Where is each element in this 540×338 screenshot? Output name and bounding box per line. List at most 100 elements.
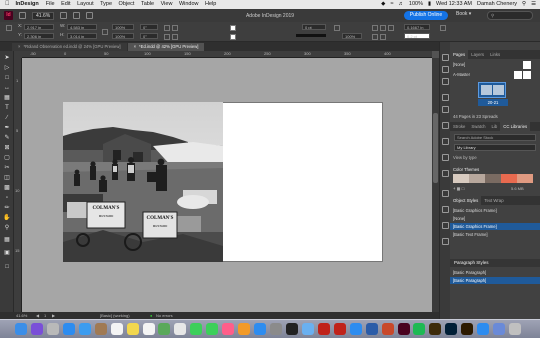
selection-tool-icon[interactable]: ➤ xyxy=(3,54,11,62)
scale-x-field[interactable]: 100% xyxy=(112,24,134,30)
content-collector-icon[interactable]: ▦ xyxy=(3,94,11,102)
maps-icon[interactable] xyxy=(158,323,171,335)
select-content-icon[interactable] xyxy=(172,34,178,40)
tab-pages[interactable]: Pages xyxy=(450,50,469,59)
mail-icon[interactable] xyxy=(78,323,91,335)
acrobat-dc-icon[interactable] xyxy=(333,323,346,335)
menu-window[interactable]: Window xyxy=(179,0,199,9)
calendar-icon[interactable] xyxy=(110,323,123,335)
text-wrap-panel-icon[interactable] xyxy=(442,190,449,197)
vertical-ruler[interactable]: 1 5 10 15 xyxy=(14,58,22,319)
itunes-icon[interactable] xyxy=(222,323,235,335)
stroke-weight-field[interactable]: 0 pt xyxy=(302,24,326,30)
tab-roland-observation[interactable]: × *Roland Observation ed.indd @ 24% [GPU … xyxy=(12,43,127,51)
stock-search-field[interactable]: Search Adobe Stock xyxy=(454,134,536,141)
battery-percent[interactable]: 100% xyxy=(409,0,423,9)
indesign-icon[interactable] xyxy=(397,323,410,335)
launchpad-icon[interactable] xyxy=(46,323,59,335)
apple-icon[interactable]:  xyxy=(5,0,10,9)
paragraph-styles-header[interactable]: Paragraph Styles xyxy=(450,259,540,267)
arrange-documents-icon[interactable] xyxy=(86,12,94,19)
line-tool-icon[interactable]: ∕ xyxy=(3,114,11,122)
swatches-panel-icon[interactable] xyxy=(442,106,449,113)
stroke-panel-icon[interactable] xyxy=(442,94,449,101)
tab-links[interactable]: Links xyxy=(487,50,503,59)
siri-icon[interactable] xyxy=(30,323,43,335)
scale-y-field[interactable]: 100% xyxy=(112,33,134,39)
acrobat-icon[interactable] xyxy=(317,323,330,335)
photos-icon[interactable] xyxy=(174,323,187,335)
view-by-select[interactable]: View by type xyxy=(450,154,540,161)
theme-swatch[interactable] xyxy=(517,174,533,183)
fill-frame-icon[interactable] xyxy=(372,34,378,40)
bridge-launch-icon[interactable] xyxy=(19,12,26,19)
menu-layout[interactable]: Layout xyxy=(77,0,94,9)
master-a-left-thumb[interactable] xyxy=(514,71,522,79)
photoshop-icon[interactable] xyxy=(445,323,458,335)
screen-mode-icon[interactable] xyxy=(73,12,81,19)
tab-ed[interactable]: × *Ed.indd @ 42% [GPU Preview] xyxy=(127,43,205,51)
theme-swatch[interactable] xyxy=(453,174,469,183)
reference-point-icon[interactable] xyxy=(6,25,12,31)
shear-field[interactable]: 0° xyxy=(140,33,158,39)
fill-stroke-icon[interactable]: ▦ xyxy=(3,236,11,244)
select-container-icon[interactable] xyxy=(164,34,170,40)
terminal-icon[interactable] xyxy=(285,323,298,335)
character-styles-icon[interactable] xyxy=(442,206,449,213)
rectangle-frame-tool-icon[interactable]: ⊠ xyxy=(3,144,11,152)
apply-none-icon[interactable]: ▣ xyxy=(3,249,11,257)
publish-online-button[interactable]: Publish Online xyxy=(404,11,448,20)
fx-icon[interactable] xyxy=(334,25,340,31)
type-tool-icon[interactable]: T xyxy=(3,104,11,112)
word-icon[interactable] xyxy=(365,323,378,335)
appstore-icon[interactable] xyxy=(254,323,267,335)
x-field[interactable]: 2.917 in xyxy=(24,24,54,30)
close-icon[interactable]: × xyxy=(134,44,136,49)
eyedropper-tool-icon[interactable]: ✏ xyxy=(3,204,11,212)
menu-edit[interactable]: Edit xyxy=(61,0,70,9)
gradient-tool-icon[interactable]: ▩ xyxy=(3,184,11,192)
tab-object-styles[interactable]: Object Styles xyxy=(450,196,482,205)
fitting-field[interactable]: 0.2 pt xyxy=(404,33,430,39)
master-none-thumb[interactable] xyxy=(523,61,531,69)
color-panel-icon[interactable] xyxy=(442,138,449,145)
layers-panel-icon[interactable] xyxy=(442,66,449,73)
safari-icon[interactable] xyxy=(62,323,75,335)
center-content-icon[interactable] xyxy=(388,25,394,31)
view-options-icon[interactable] xyxy=(60,12,68,19)
spread-thumbnail[interactable] xyxy=(478,82,506,98)
status-zoom[interactable]: 41.6% xyxy=(16,312,27,319)
theme-swatch[interactable] xyxy=(469,174,485,183)
tab-layers[interactable]: Layers xyxy=(468,50,487,59)
stroke-type-preview[interactable] xyxy=(296,34,326,37)
gradient-panel-icon[interactable] xyxy=(442,154,449,161)
spotlight-icon[interactable]: ⚲ xyxy=(522,0,526,9)
powerpoint-icon[interactable] xyxy=(381,323,394,335)
zoom-icon[interactable] xyxy=(349,323,362,335)
direct-selection-tool-icon[interactable]: ▷ xyxy=(3,64,11,72)
preflight-status[interactable]: No errors xyxy=(156,312,173,319)
bridge-icon[interactable] xyxy=(429,323,442,335)
free-transform-tool-icon[interactable]: ◫ xyxy=(3,174,11,182)
pages-panel-icon[interactable] xyxy=(442,54,449,61)
pen-tool-icon[interactable]: ✒ xyxy=(3,124,11,132)
wifi-icon[interactable]: ≈ xyxy=(390,0,393,9)
rectangle-tool-icon[interactable]: ▢ xyxy=(3,154,11,162)
stock-search-input[interactable]: ⚲ xyxy=(487,11,533,20)
user-name[interactable]: Damah Chenery xyxy=(477,0,517,9)
first-page-icon[interactable]: ◀ xyxy=(36,312,39,319)
object-styles-icon[interactable] xyxy=(442,238,449,245)
tab-swatches[interactable]: Swatch xyxy=(468,122,488,131)
trash-icon[interactable] xyxy=(509,323,522,335)
y-field[interactable]: 2.306 in xyxy=(24,33,54,39)
clock[interactable]: Wed 12:33 AM xyxy=(436,0,472,9)
color-themes-header[interactable]: Color Themes xyxy=(450,166,540,173)
stroke-swatch-icon[interactable] xyxy=(230,34,236,40)
horizontal-ruler[interactable]: -50 0 50 100 150 200 250 300 350 400 xyxy=(22,51,432,58)
fit-frame-icon[interactable] xyxy=(380,25,386,31)
menu-help[interactable]: Help xyxy=(205,0,216,9)
h-field[interactable]: 3.014 in xyxy=(67,33,97,39)
menu-object[interactable]: Object xyxy=(119,0,135,9)
finder-icon[interactable] xyxy=(15,323,27,335)
page-number-field[interactable]: 1 xyxy=(44,312,46,319)
